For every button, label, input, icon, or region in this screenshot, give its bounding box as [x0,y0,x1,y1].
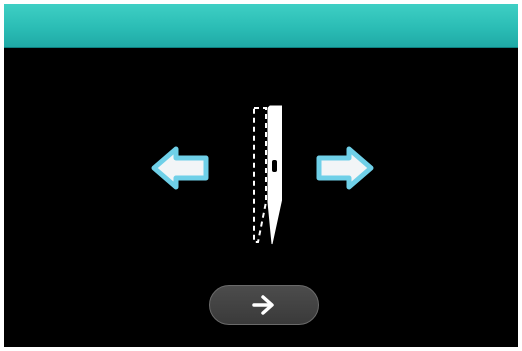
needle-position-panel [4,94,518,254]
needle-left-button[interactable] [150,146,210,190]
next-button[interactable] [209,285,319,325]
header-bar [4,4,518,48]
needle-right-button[interactable] [315,146,375,190]
sewing-needle-icon [240,102,283,250]
screen [4,4,518,347]
arrow-right-icon [252,295,274,315]
arrow-left-icon [151,146,209,190]
arrow-right-icon [316,146,374,190]
